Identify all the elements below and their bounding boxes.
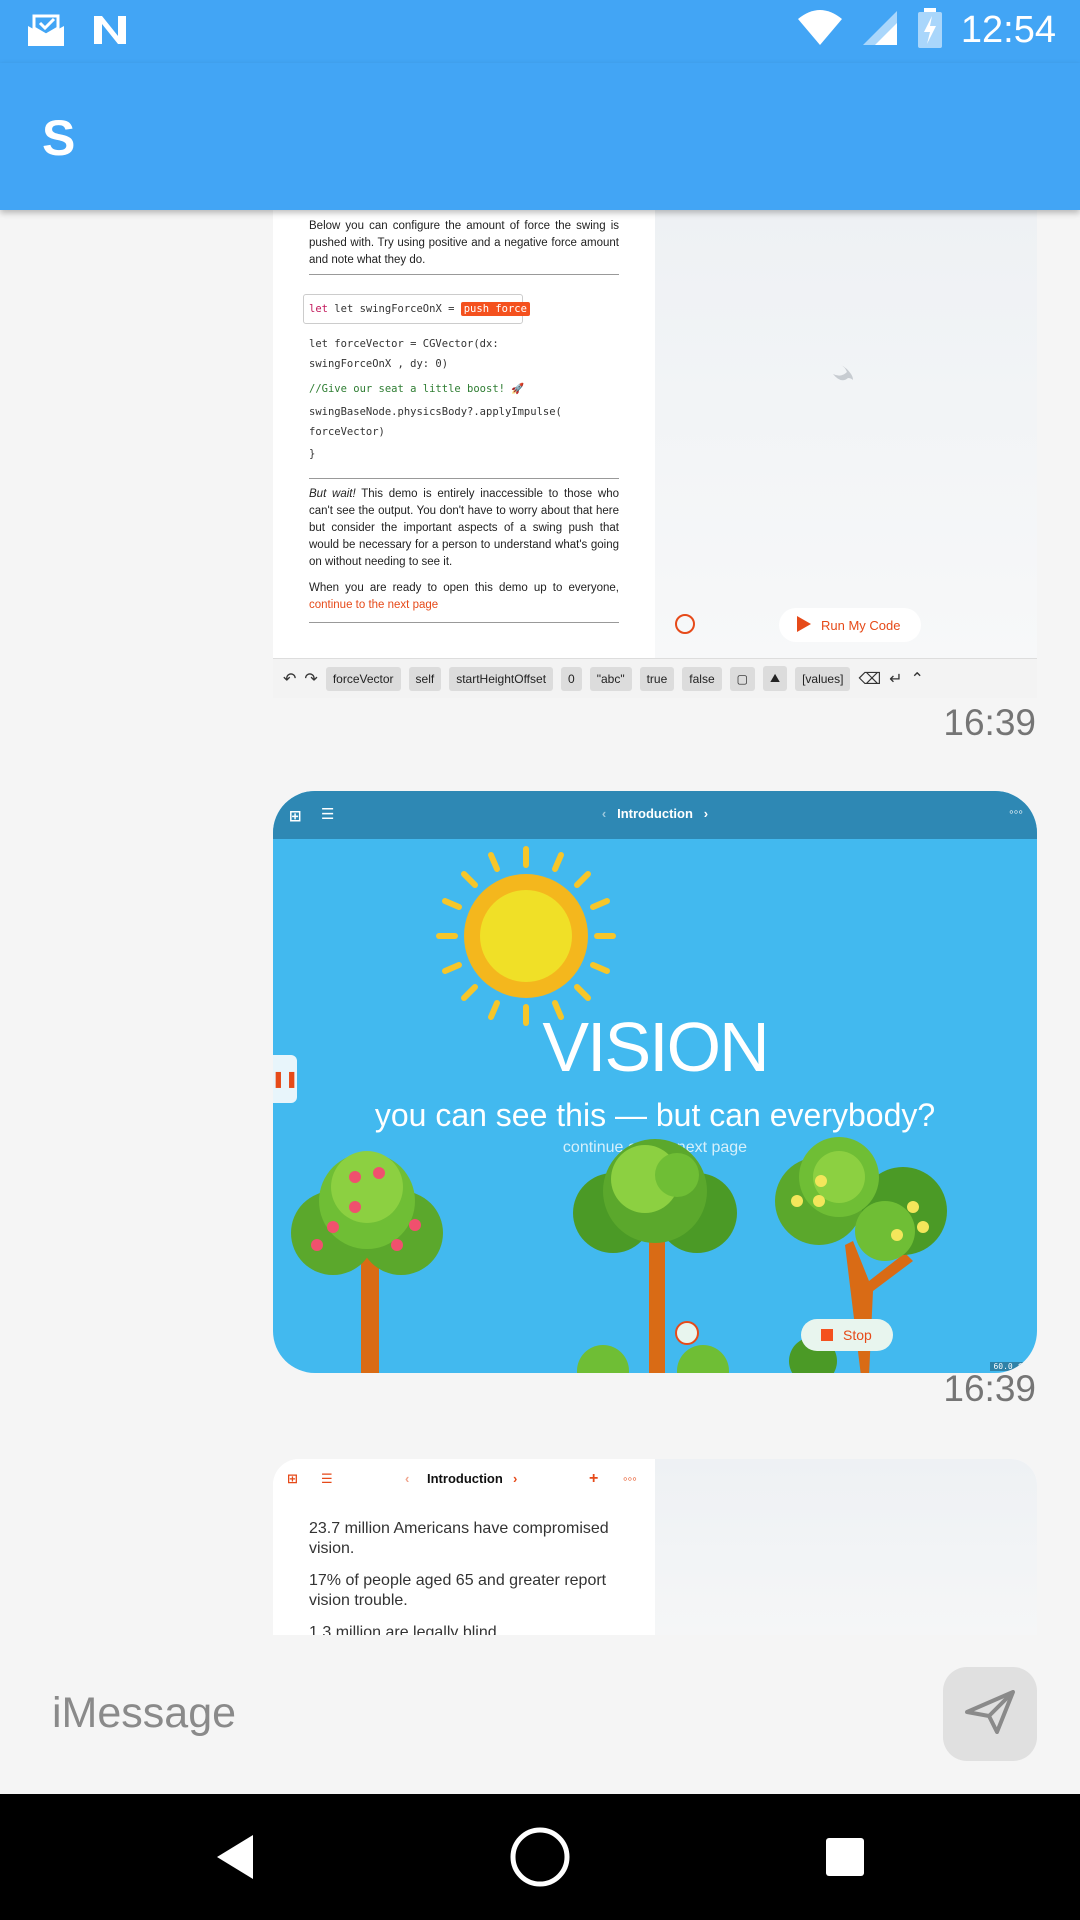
- message-list[interactable]: Below you can configure the amount of fo…: [0, 210, 1080, 1635]
- editor-page: Below you can configure the amount of fo…: [273, 210, 655, 658]
- delete-icon[interactable]: ⌫: [858, 669, 881, 689]
- ready-body: When you are ready to open this demo up …: [309, 582, 619, 594]
- undo-icon[interactable]: ↶: [283, 669, 296, 689]
- stop-button[interactable]: Stop: [801, 1319, 893, 1351]
- stat-item: 17% of people aged 65 and greater report…: [309, 1572, 607, 1609]
- code-line: swingForceOnX , dy: 0): [309, 358, 449, 370]
- run-button-label: Run My Code: [821, 617, 901, 633]
- grid-icon[interactable]: ⊞: [287, 1471, 298, 1487]
- code-line: let let swingForceOnX = push force: [309, 302, 530, 316]
- home-icon[interactable]: [505, 1822, 575, 1892]
- warning-body: This demo is entirely inaccessible to th…: [309, 488, 619, 568]
- placeholder-token[interactable]: push force: [460, 302, 530, 316]
- code-text: let swingForceOnX =: [334, 303, 455, 315]
- signal-icon: [861, 9, 899, 52]
- live-view-panel: [655, 1459, 1037, 1635]
- trees-illustration: [291, 1137, 947, 1373]
- stop-icon: [821, 1329, 833, 1341]
- code-line: let forceVector = CGVector(dx:: [309, 338, 499, 350]
- code-line: }: [309, 448, 316, 460]
- pause-icon[interactable]: ❚❚: [273, 1055, 298, 1103]
- run-my-code-button[interactable]: Run My Code: [779, 608, 921, 642]
- chevron-left-icon[interactable]: ‹: [405, 1471, 409, 1486]
- divider: [309, 478, 619, 479]
- mail-done-icon: [26, 12, 66, 53]
- system-navigation-bar: [0, 1794, 1080, 1920]
- square-icon[interactable]: ▢: [729, 666, 755, 691]
- add-icon[interactable]: +: [589, 1470, 598, 1488]
- back-icon[interactable]: [200, 1822, 270, 1892]
- app-bar: S: [0, 63, 1080, 210]
- message-timestamp: 16:39: [943, 1368, 1036, 1409]
- list-icon[interactable]: ☰: [321, 1471, 333, 1487]
- warning-emphasis: But wait!: [309, 488, 356, 500]
- stop-button-label: Stop: [843, 1327, 872, 1343]
- shortcut-chip[interactable]: [values]: [795, 666, 851, 691]
- shortcut-chip[interactable]: forceVector: [325, 666, 401, 691]
- code-comment: //Give our seat a little boost! 🚀: [309, 383, 525, 395]
- nav-title-row: ‹ Introduction ›: [273, 806, 1037, 821]
- image-message-stats[interactable]: ⊞ ☰ ‹ Introduction › + ◦◦◦ 23.7 million …: [273, 1459, 1037, 1635]
- next-page-link[interactable]: continue to the next page: [309, 599, 438, 611]
- stats-nav-bar: ⊞ ☰ ‹ Introduction › + ◦◦◦: [273, 1470, 655, 1491]
- divider: [309, 274, 619, 275]
- code-line: swingBaseNode.physicsBody?.applyImpulse(: [309, 406, 562, 418]
- warning-text: But wait! This demo is entirely inaccess…: [309, 486, 619, 571]
- shortcut-chip[interactable]: self: [408, 666, 442, 691]
- page-title: Introduction: [427, 1471, 503, 1486]
- send-button[interactable]: [943, 1667, 1037, 1761]
- image-message-code-editor[interactable]: Below you can configure the amount of fo…: [273, 210, 1037, 698]
- shortcut-bar: ↶ ↷ forceVector self startHeightOffset 0…: [273, 658, 1037, 698]
- shortcut-chip[interactable]: "abc": [589, 666, 632, 691]
- timer-icon[interactable]: [675, 1321, 699, 1345]
- status-clock: 12:54: [960, 9, 1056, 51]
- live-view-panel: [655, 210, 1037, 658]
- chevron-right-icon[interactable]: ›: [704, 806, 708, 821]
- divider: [309, 622, 619, 623]
- more-icon[interactable]: ◦◦◦: [623, 1471, 637, 1486]
- playground-nav-bar: ⊞ ☰ ‹ Introduction › ◦◦◦: [273, 791, 1037, 839]
- more-icon[interactable]: ◦◦◦: [1009, 804, 1023, 819]
- play-icon: [797, 615, 811, 635]
- return-icon[interactable]: ↵: [889, 669, 902, 689]
- battery-charging-icon: [917, 8, 943, 53]
- compose-bar: iMessage: [0, 1635, 1080, 1794]
- chevron-left-icon[interactable]: ‹: [602, 806, 606, 821]
- ready-text: When you are ready to open this demo up …: [309, 580, 619, 614]
- stat-item: 1.3 million are legally blind.: [309, 1624, 502, 1635]
- n-notification-icon: [90, 12, 130, 53]
- stat-item: 23.7 million Americans have compromised …: [309, 1520, 609, 1557]
- collapse-icon[interactable]: ⌃: [910, 669, 923, 689]
- timer-icon[interactable]: [675, 614, 695, 634]
- image-literal-icon[interactable]: ⛰: [762, 666, 788, 691]
- page-title: Introduction: [617, 806, 693, 821]
- image-message-vision[interactable]: ⊞ ☰ ‹ Introduction › ◦◦◦ VISION you can …: [273, 791, 1037, 1373]
- send-icon: [965, 1689, 1015, 1739]
- wifi-icon: [797, 9, 843, 52]
- swift-logo-icon: [831, 364, 855, 389]
- recents-icon[interactable]: [810, 1822, 880, 1892]
- code-line: forceVector): [309, 426, 385, 438]
- message-input[interactable]: iMessage: [52, 1689, 236, 1738]
- shortcut-chip[interactable]: 0: [561, 666, 582, 691]
- status-bar: 12:54: [0, 0, 1080, 63]
- sun-illustration: [436, 846, 616, 1026]
- conversation-title: S: [42, 110, 76, 166]
- chevron-right-icon[interactable]: ›: [513, 1471, 517, 1486]
- redo-icon[interactable]: ↷: [304, 669, 317, 689]
- shortcut-chip[interactable]: true: [639, 666, 675, 691]
- stats-page: ⊞ ☰ ‹ Introduction › + ◦◦◦ 23.7 million …: [273, 1459, 655, 1635]
- vision-heading: VISION: [542, 1008, 769, 1086]
- intro-text: Below you can configure the amount of fo…: [309, 220, 619, 266]
- shortcut-chip[interactable]: startHeightOffset: [449, 666, 554, 691]
- shortcut-chip[interactable]: false: [682, 666, 722, 691]
- message-timestamp: 16:39: [943, 702, 1036, 743]
